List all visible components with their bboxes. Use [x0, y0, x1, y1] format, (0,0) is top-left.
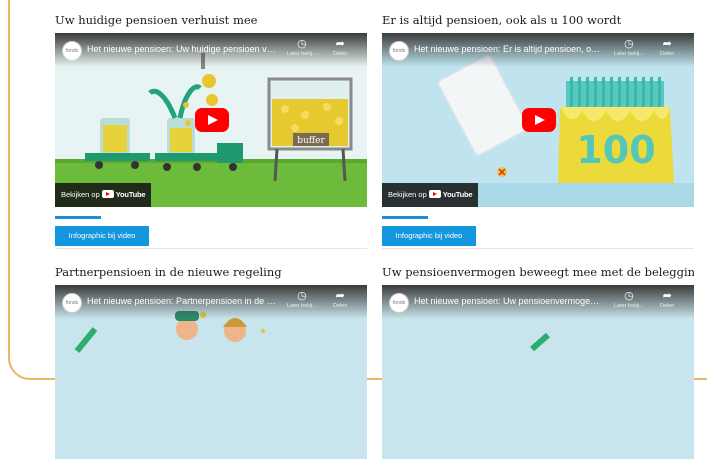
section-divider [382, 248, 694, 249]
video-card-3: Partnerpensioen in de nieuwe regeling fo… [55, 264, 367, 459]
infographic-button[interactable]: Infographic bij video [382, 226, 476, 246]
share-label: Delen [333, 303, 348, 309]
watch-later-button[interactable]: ◷ Later bekij... [614, 290, 644, 310]
progress-accent-bar [55, 216, 101, 219]
channel-avatar[interactable]: fonds [389, 41, 409, 61]
watch-later-button[interactable]: ◷ Later bekij... [287, 290, 317, 310]
watch-later-button[interactable]: ◷ Later bekij... [614, 38, 644, 58]
clock-icon: ◷ [624, 38, 634, 50]
video-title-link[interactable]: Het nieuwe pensioen: Partnerpensioen in … [87, 296, 277, 306]
video-card-4: Uw pensioenvermogen beweegt mee met de b… [382, 264, 694, 459]
share-button[interactable]: ➦ Delen [333, 290, 347, 310]
big-number-label: 100 [576, 128, 655, 172]
share-arrow-icon: ➦ [662, 38, 672, 50]
share-arrow-icon: ➦ [662, 290, 672, 302]
share-button[interactable]: ➦ Delen [333, 38, 347, 58]
clock-icon: ◷ [624, 290, 634, 302]
youtube-wordmark: YouTube [115, 190, 146, 199]
watch-on-youtube-button[interactable]: Bekijken op YouTube [382, 183, 478, 207]
buffer-label: buffer [297, 136, 325, 146]
watch-on-youtube-button[interactable]: Bekijken op YouTube [55, 183, 151, 207]
share-button[interactable]: ➦ Delen [660, 38, 674, 58]
watch-later-label: Later bekij... [614, 51, 644, 57]
watch-later-label: Later bekij... [614, 303, 644, 309]
share-label: Delen [333, 51, 348, 57]
section-divider [55, 248, 367, 249]
channel-avatar[interactable]: fonds [62, 41, 82, 61]
watch-later-label: Later bekij... [287, 303, 317, 309]
play-button[interactable] [195, 108, 229, 132]
share-label: Delen [660, 303, 675, 309]
video-title-link[interactable]: Het nieuwe pensioen: Uw pensioenvermogen… [414, 296, 604, 306]
watch-on-label: Bekijken op [388, 190, 427, 199]
infographic-button[interactable]: Infographic bij video [55, 226, 149, 246]
youtube-logo-icon [428, 190, 441, 198]
card-title: Er is altijd pensioen, ook als u 100 wor… [382, 13, 622, 27]
play-button[interactable] [522, 108, 556, 132]
card-title: Uw huidige pensioen verhuist mee [55, 13, 258, 27]
card-title: Partnerpensioen in de nieuwe regeling [55, 265, 282, 279]
video-card-1: Uw huidige pensioen verhuist mee buffer … [55, 12, 367, 246]
youtube-wordmark: YouTube [442, 190, 473, 199]
watch-later-label: Later bekij... [287, 51, 317, 57]
progress-accent-bar [382, 216, 428, 219]
share-arrow-icon: ➦ [335, 38, 345, 50]
video-card-2: Er is altijd pensioen, ook als u 100 wor… [382, 12, 694, 246]
share-button[interactable]: ➦ Delen [660, 290, 674, 310]
video-player[interactable]: 100 fonds Het nieuwe pensioen: Er is alt… [382, 33, 694, 207]
channel-avatar[interactable]: fonds [389, 293, 409, 313]
clock-icon: ◷ [297, 290, 307, 302]
watch-on-label: Bekijken op [61, 190, 100, 199]
channel-avatar[interactable]: fonds [62, 293, 82, 313]
clock-icon: ◷ [297, 38, 307, 50]
video-title-link[interactable]: Het nieuwe pensioen: Uw huidige pensioen… [87, 44, 277, 54]
youtube-logo-icon [101, 190, 114, 198]
video-player[interactable]: buffer fonds Het nieuwe pensioen: Uw hui… [55, 33, 367, 207]
share-arrow-icon: ➦ [335, 290, 345, 302]
watch-later-button[interactable]: ◷ Later bekij... [287, 38, 317, 58]
card-title: Uw pensioenvermogen beweegt mee met de b… [382, 265, 694, 279]
video-player[interactable]: fonds Het nieuwe pensioen: Uw pensioenve… [382, 285, 694, 459]
video-player[interactable]: fonds Het nieuwe pensioen: Partnerpensio… [55, 285, 367, 459]
video-title-link[interactable]: Het nieuwe pensioen: Er is altijd pensio… [414, 44, 604, 54]
share-label: Delen [660, 51, 675, 57]
